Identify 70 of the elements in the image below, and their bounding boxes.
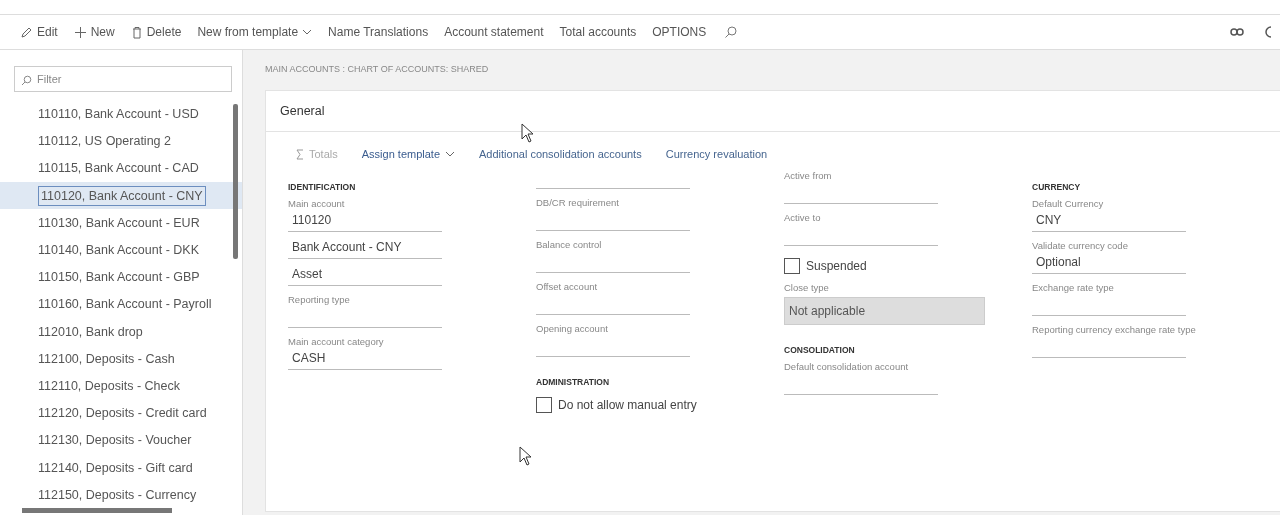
toolbar-button[interactable]: Delete [124, 21, 188, 43]
mouse-pointer-icon [521, 123, 535, 143]
chevron-down-icon [302, 29, 313, 35]
account-list-item[interactable]: 110115, Bank Account - CAD [0, 154, 242, 183]
account-list-item[interactable]: 112150, Deposits - Currency [0, 481, 242, 509]
input-field[interactable]: Optional [1032, 255, 1186, 274]
action-link[interactable]: Assign template [361, 148, 455, 160]
group-heading: ADMINISTRATION [536, 377, 611, 387]
toolbar-button[interactable]: Total accounts [553, 21, 643, 43]
group-heading: CONSOLIDATION [784, 345, 856, 355]
field-label: Offset account [536, 281, 599, 292]
field-label: Reporting type [288, 294, 351, 305]
field-label: Opening account [536, 323, 609, 334]
field-label: Close type [784, 282, 830, 293]
search-icon [21, 75, 32, 86]
group-heading: CURRENCY [1032, 182, 1082, 192]
account-list-item[interactable]: 112120, Deposits - Credit card [0, 399, 242, 427]
account-list-item[interactable]: 112100, Deposits - Cash [0, 345, 242, 373]
account-list-item[interactable]: 110150, Bank Account - GBP [0, 263, 242, 291]
account-list-item[interactable]: 110112, US Operating 2 [0, 127, 242, 155]
account-list-item[interactable]: 112140, Deposits - Gift card [0, 453, 242, 482]
mouse-pointer-icon [519, 446, 533, 466]
input-field[interactable]: Asset [288, 267, 442, 286]
toolbar-button[interactable]: Account statement [438, 21, 550, 43]
section-title[interactable]: General [280, 104, 325, 118]
group-heading: IDENTIFICATION [288, 182, 357, 192]
scrollbar-thumb[interactable] [233, 104, 238, 260]
field-label: Default Currency [1032, 198, 1105, 209]
toolbar-button[interactable]: OPTIONS [646, 21, 713, 43]
checkbox[interactable] [784, 258, 800, 274]
checkbox-label: Suspended [806, 259, 867, 273]
account-list-item[interactable]: 110160, Bank Account - Payroll [0, 290, 242, 318]
action-link[interactable]: Additional consolidation accounts [479, 148, 642, 160]
plus-icon [73, 25, 87, 39]
checkbox-label: Do not allow manual entry [558, 398, 697, 412]
toolbar-button[interactable]: Edit [14, 21, 64, 43]
breadcrumb: MAIN ACCOUNTS : CHART OF ACCOUNTS: SHARED [265, 64, 490, 76]
input-field[interactable]: 110120 [288, 213, 442, 232]
field-label: DB/CR requirement [536, 197, 620, 208]
field-label: Reporting currency exchange rate type [1032, 324, 1197, 335]
field-label: Default consolidation account [784, 361, 910, 372]
account-list-item[interactable]: 112010, Bank drop [0, 317, 242, 346]
field-label: Main account category [288, 336, 385, 347]
input-field[interactable]: CNY [1032, 213, 1186, 232]
action-link[interactable]: Currency revaluation [665, 148, 768, 160]
search-icon[interactable] [724, 25, 739, 39]
filter-field[interactable]: Filter [14, 66, 232, 93]
account-list-item[interactable]: 112110, Deposits - Check [0, 372, 242, 400]
field-label: Balance control [536, 239, 603, 250]
horizontal-scrollbar[interactable] [22, 508, 172, 513]
input-field[interactable]: CASH [288, 351, 442, 370]
toolbar-button[interactable]: Name Translations [322, 21, 435, 43]
toolbar-button[interactable]: New from template [191, 21, 319, 43]
input-field[interactable]: Bank Account - CNY [288, 240, 442, 259]
account-list-item[interactable]: 110110, Bank Account - USD [0, 100, 242, 128]
checkbox[interactable] [536, 397, 552, 413]
field-label: Main account [288, 198, 346, 209]
field-label: Active to [784, 212, 822, 223]
field-label: Active from [784, 170, 833, 181]
account-list-item[interactable]: 110140, Bank Account - DKK [0, 236, 242, 264]
account-list-item[interactable]: 110130, Bank Account - EUR [0, 209, 242, 237]
field-label: Validate currency code [1032, 240, 1129, 251]
sigma-icon [296, 148, 304, 160]
chevron-down-icon [445, 151, 455, 157]
toolbar-button[interactable]: New [67, 21, 121, 43]
trash-icon [130, 25, 143, 39]
account-list-item[interactable]: 112130, Deposits - Voucher [0, 426, 242, 454]
field-label: Exchange rate type [1032, 282, 1115, 293]
pencil-icon [20, 25, 33, 39]
account-list-item[interactable]: 110120, Bank Account - CNY [0, 182, 242, 210]
